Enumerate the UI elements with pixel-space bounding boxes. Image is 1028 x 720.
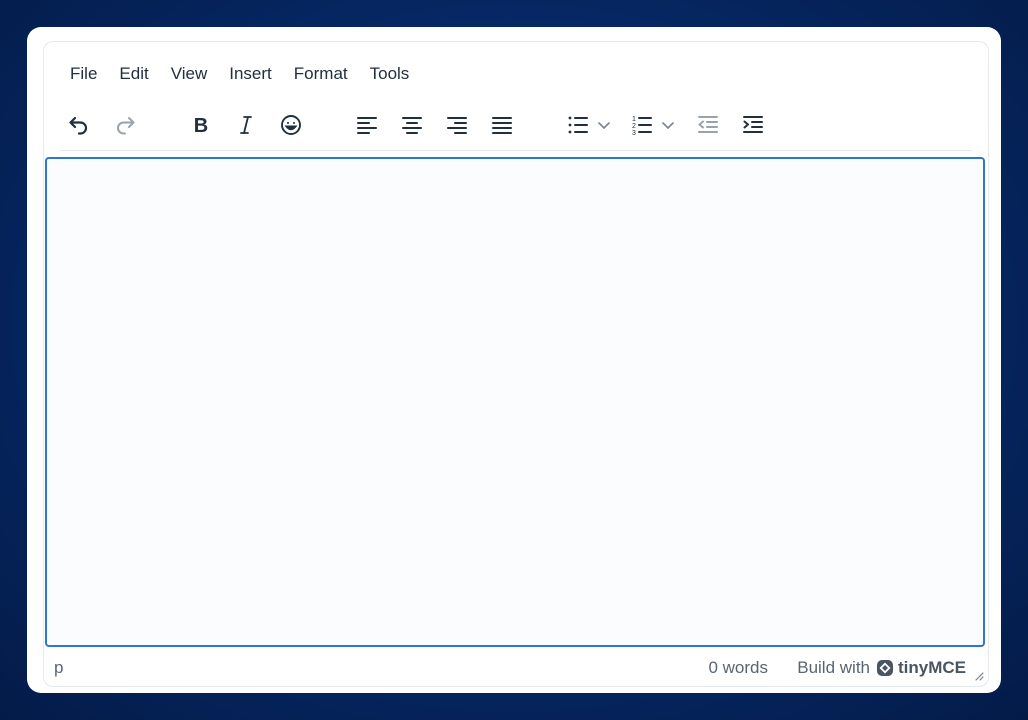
redo-icon: [117, 117, 135, 135]
bullet-list-button[interactable]: [561, 108, 595, 142]
numbered-list-dropdown[interactable]: [659, 108, 677, 142]
italic-icon: [240, 116, 252, 134]
rich-text-editor: File Edit View Insert Format Tools B 1 2…: [43, 41, 989, 687]
menubar: File Edit View Insert Format Tools: [60, 62, 420, 86]
branding[interactable]: Build with tinyMCE: [797, 658, 966, 678]
menu-edit[interactable]: Edit: [108, 62, 159, 86]
outdent-icon: [698, 116, 718, 133]
align-center-icon: [402, 117, 422, 134]
align-right-icon: [447, 117, 467, 134]
undo-button[interactable]: [62, 108, 96, 142]
bold-button[interactable]: B: [184, 108, 218, 142]
svg-text:1: 1: [632, 116, 636, 123]
svg-text:2: 2: [632, 123, 636, 130]
menu-format[interactable]: Format: [283, 62, 359, 86]
resize-handle[interactable]: [972, 666, 984, 686]
redo-button[interactable]: [108, 108, 142, 142]
toolbar-divider: [60, 150, 972, 151]
menu-view[interactable]: View: [160, 62, 219, 86]
align-justify-button[interactable]: [485, 108, 519, 142]
chevron-down-icon: [598, 122, 610, 129]
align-left-button[interactable]: [350, 108, 384, 142]
chevron-down-icon: [662, 122, 674, 129]
word-count[interactable]: 0 words: [708, 658, 768, 678]
editor-content-area[interactable]: [45, 157, 985, 647]
bullet-list-icon: [568, 116, 588, 134]
emoji-button[interactable]: [274, 108, 308, 142]
resize-handle-icon: [975, 672, 984, 681]
align-left-icon: [357, 117, 377, 134]
align-center-button[interactable]: [395, 108, 429, 142]
tinymce-logo: tinyMCE: [876, 658, 966, 678]
svg-text:3: 3: [632, 130, 636, 137]
menu-file[interactable]: File: [60, 62, 108, 86]
align-justify-icon: [492, 117, 512, 134]
bold-icon: B: [194, 115, 208, 137]
menu-insert[interactable]: Insert: [218, 62, 283, 86]
bullet-list-dropdown[interactable]: [595, 108, 613, 142]
outdent-button[interactable]: [691, 108, 725, 142]
undo-icon: [69, 116, 88, 135]
svg-text:B: B: [194, 115, 208, 137]
tinymce-name: tinyMCE: [898, 658, 966, 677]
menu-tools[interactable]: Tools: [359, 62, 421, 86]
align-right-button[interactable]: [440, 108, 474, 142]
editor-card: File Edit View Insert Format Tools B 1 2…: [27, 27, 1001, 693]
tinymce-logo-icon: [877, 660, 893, 676]
branding-prefix: Build with: [797, 658, 870, 677]
element-path[interactable]: p: [54, 658, 63, 678]
statusbar: p 0 words Build with tinyMCE: [44, 654, 988, 682]
numbered-list-icon: 1 2 3: [632, 116, 652, 137]
indent-icon: [743, 116, 763, 133]
emoji-icon: [281, 115, 301, 135]
numbered-list-button[interactable]: 1 2 3: [625, 108, 659, 142]
italic-button[interactable]: [229, 108, 263, 142]
indent-button[interactable]: [736, 108, 770, 142]
